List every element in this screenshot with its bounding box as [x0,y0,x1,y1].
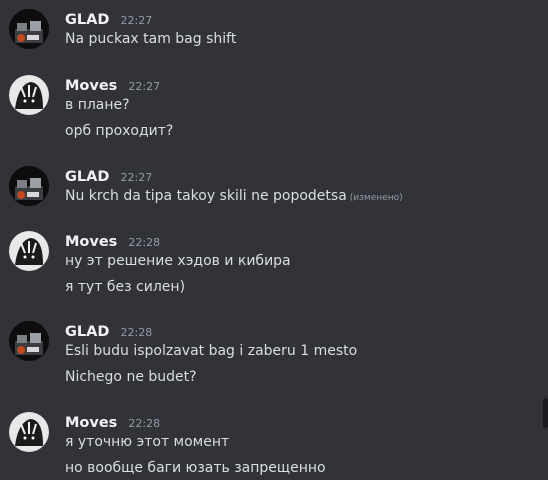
message-line: Nu krch da tipa takoy skili ne popodetsa [65,188,347,204]
message-line: орб проходит? [65,123,174,139]
avatar[interactable] [9,9,49,49]
message-line: Na puckax tam bag shift [65,31,237,47]
timestamp: 22:27 [120,171,153,184]
glad-avatar-icon [9,321,49,361]
moves-avatar-icon [9,412,49,452]
author-name[interactable]: Moves [65,415,117,431]
edited-indicator: (изменено) [349,193,403,203]
glad-avatar-icon [9,9,49,49]
message-text: в плане? [65,97,130,113]
timestamp: 22:28 [120,326,153,339]
moves-avatar-icon [9,231,49,271]
avatar[interactable] [9,231,49,271]
author-name[interactable]: Moves [65,234,117,250]
message-line: я тут без силен) [65,279,186,295]
author-name[interactable]: GLAD [65,12,109,28]
moves-avatar-icon [9,75,49,115]
author-name[interactable]: GLAD [65,169,109,185]
timestamp: 22:27 [120,14,153,27]
message-text: орб проходит? [65,123,173,139]
message-text: Na puckax tam bag shift [65,31,236,47]
timestamp: 22:27 [128,80,161,93]
message-text: но вообще баги юзать запрещенно [65,460,326,476]
glad-avatar-icon [9,166,49,206]
message-text: я тут без силен) [65,279,185,295]
message-text: Nu krch da tipa takoy skili ne popodetsa… [65,188,403,204]
message-line: но вообще баги юзать запрещенно [65,460,326,476]
scrollbar-thumb[interactable] [543,398,548,428]
author-name[interactable]: Moves [65,78,117,94]
message-line: я уточню этот момент [65,434,230,450]
message-text: я уточню этот момент [65,434,229,450]
avatar[interactable] [9,166,49,206]
timestamp: 22:28 [128,236,161,249]
message-line: ну эт решение хэдов и кибира [65,253,291,269]
avatar[interactable] [9,321,49,361]
message-line: Esli budu ispolzavat bag i zaberu 1 mest… [65,343,358,359]
avatar[interactable] [9,412,49,452]
author-name[interactable]: GLAD [65,324,109,340]
message-line: в плане? [65,97,130,113]
message-text: Esli budu ispolzavat bag i zaberu 1 mest… [65,343,357,359]
timestamp: 22:28 [128,417,161,430]
message-text: ну эт решение хэдов и кибира [65,253,291,269]
message-line: Nichego ne budet? [65,369,197,385]
avatar[interactable] [9,75,49,115]
message-text: Nichego ne budet? [65,369,197,385]
